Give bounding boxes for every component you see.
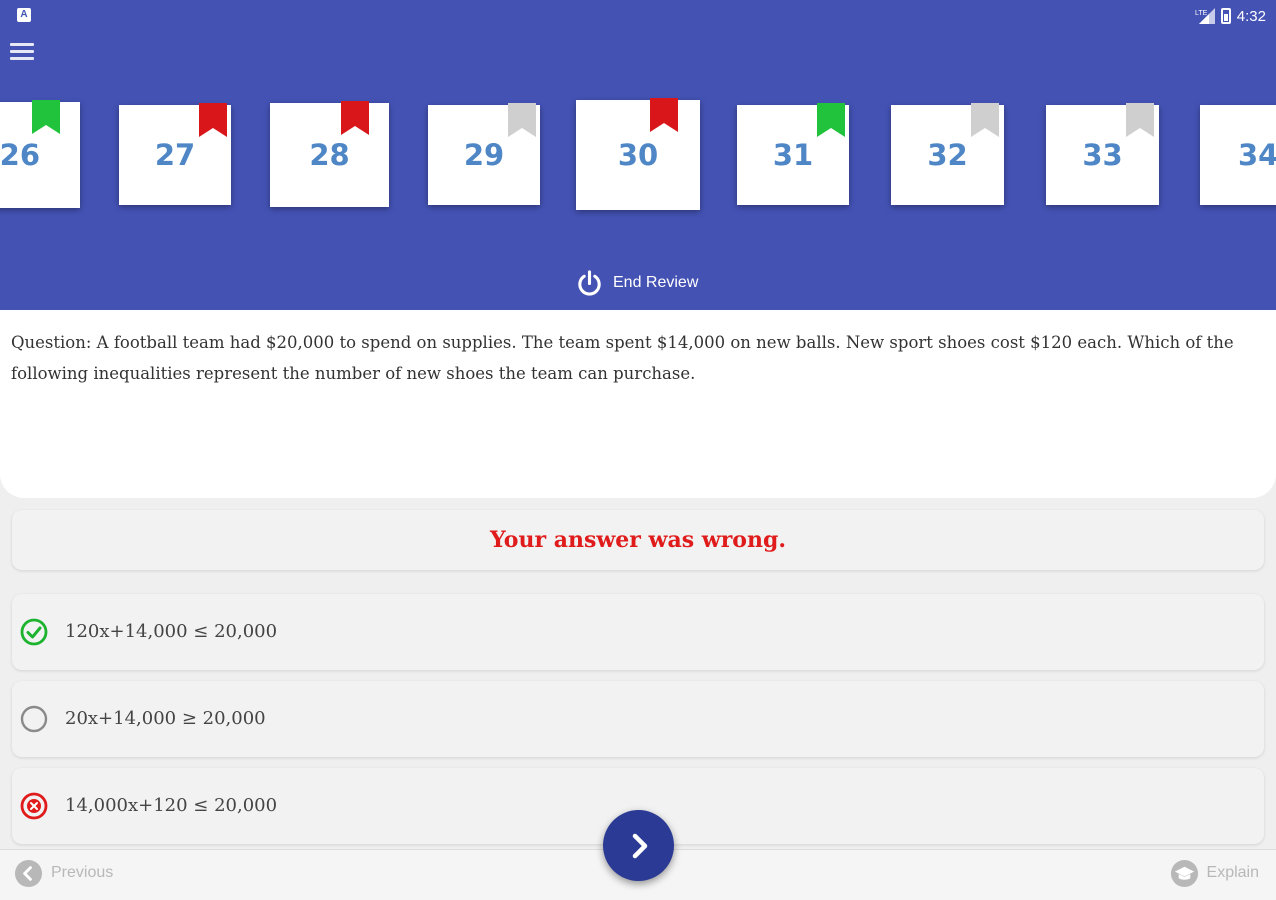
question-card-number: 34 bbox=[1238, 138, 1276, 172]
bookmark-icon bbox=[199, 103, 227, 137]
x-circle-icon bbox=[20, 792, 48, 820]
previous-button[interactable]: Previous bbox=[14, 858, 113, 888]
bookmark-icon bbox=[817, 103, 845, 137]
answer-option-text: 20x+14,000 ≥ 20,000 bbox=[65, 708, 266, 729]
question-card-32[interactable]: 32 bbox=[891, 103, 1004, 205]
answer-option-2[interactable]: 20x+14,000 ≥ 20,000 bbox=[12, 681, 1264, 757]
answer-option-text: 120x+14,000 ≤ 20,000 bbox=[65, 621, 278, 642]
question-card-number: 26 bbox=[0, 138, 40, 172]
status-icons: LTE 4:32 bbox=[1195, 6, 1266, 26]
bookmark-icon bbox=[650, 98, 678, 132]
status-time: 4:32 bbox=[1236, 7, 1266, 25]
status-bar: A LTE 4:32 bbox=[0, 0, 1276, 32]
power-icon bbox=[578, 269, 601, 296]
question-card-28[interactable]: 28 bbox=[270, 101, 389, 207]
graduation-cap-icon bbox=[1170, 859, 1198, 887]
bookmark-icon bbox=[341, 101, 369, 135]
question-card-34[interactable]: 34 bbox=[1200, 105, 1276, 205]
question-card-26[interactable]: 26 bbox=[0, 100, 80, 208]
question-card-number: 29 bbox=[463, 138, 505, 172]
question-card-number: 28 bbox=[309, 138, 350, 172]
question-panel: Question: A football team had $20,000 to… bbox=[0, 310, 1276, 498]
question-card-number: 32 bbox=[927, 138, 968, 172]
question-text: Question: A football team had $20,000 to… bbox=[11, 333, 1234, 383]
question-card-number: 27 bbox=[154, 138, 196, 172]
svg-text:LTE: LTE bbox=[1195, 10, 1208, 17]
bookmark-icon bbox=[971, 103, 999, 137]
answer-option-text: 14,000x+120 ≤ 20,000 bbox=[65, 795, 278, 816]
check-circle-icon bbox=[20, 618, 48, 646]
end-review-button[interactable]: End Review bbox=[574, 266, 698, 300]
bookmark-icon bbox=[32, 100, 60, 134]
question-card-27[interactable]: 27 bbox=[119, 103, 231, 205]
question-card-31[interactable]: 31 bbox=[737, 103, 849, 205]
question-card-number: 31 bbox=[772, 138, 814, 172]
question-card-number: 30 bbox=[617, 138, 659, 172]
bookmark-icon bbox=[1126, 103, 1154, 137]
previous-label: Previous bbox=[51, 864, 114, 881]
answer-option-1[interactable]: 120x+14,000 ≤ 20,000 bbox=[12, 594, 1264, 670]
bookmark-icon bbox=[508, 103, 536, 137]
question-card-number: 33 bbox=[1082, 138, 1123, 172]
end-review-label: End Review bbox=[613, 274, 699, 291]
hamburger-menu-icon[interactable] bbox=[10, 43, 34, 61]
chevron-left-icon bbox=[14, 859, 43, 887]
explain-label: Explain bbox=[1206, 864, 1259, 881]
explain-button[interactable]: Explain bbox=[1170, 858, 1259, 888]
empty-circle-icon bbox=[20, 705, 48, 733]
question-card-29[interactable]: 29 bbox=[428, 103, 540, 205]
chevron-right-icon bbox=[632, 833, 647, 858]
result-message: Your answer was wrong. bbox=[489, 527, 786, 553]
battery-icon bbox=[1220, 8, 1231, 24]
question-card-30[interactable]: 30 bbox=[576, 98, 700, 210]
signal-icon: LTE bbox=[1195, 8, 1215, 24]
question-card-33[interactable]: 33 bbox=[1046, 103, 1159, 205]
next-button[interactable] bbox=[603, 810, 674, 881]
app-notification-icon: A bbox=[17, 8, 31, 22]
result-banner: Your answer was wrong. bbox=[12, 510, 1264, 570]
header-bar: A LTE 4:32 26 27 28 29 30 31 32 33 34 End Review bbox=[0, 0, 1276, 310]
